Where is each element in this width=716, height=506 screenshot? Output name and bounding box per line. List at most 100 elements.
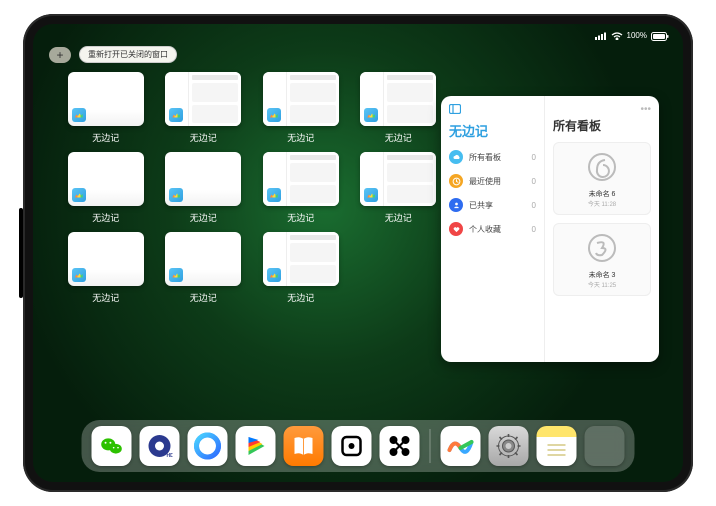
dock-separator [430,429,431,463]
freeform-app-icon [364,188,378,202]
window-thumbnail [263,152,339,206]
window-tile[interactable]: 无边记 [67,232,145,304]
window-thumbnail [68,152,144,206]
window-tile[interactable]: 无边记 [67,152,145,224]
window-grid: 无边记无边记无边记无边记无边记无边记无边记无边记无边记无边记无边记 [67,72,437,304]
sidebar-item[interactable]: 个人收藏0 [449,222,536,236]
status-indicators: 100% [595,31,669,40]
window-thumbnail [165,232,241,286]
reopen-closed-window-button[interactable]: 重新打开已关闭的窗口 [79,46,177,63]
window-thumbnail [360,72,436,126]
dock-app-qqbrowser[interactable] [188,426,228,466]
window-tile-label: 无边记 [190,291,217,304]
window-tile-label: 无边记 [92,131,119,144]
dock-app-video[interactable] [236,426,276,466]
cloud-icon [449,150,463,164]
board-name: 未命名 3 [589,270,616,280]
window-tile[interactable]: 无边记 [262,232,340,304]
window-thumbnail [165,72,241,126]
dock-app-browser[interactable]: HD [140,426,180,466]
ipad-frame: 100% + 重新打开已关闭的窗口 无边记无边记无边记无边记无边记无边记无边记无… [23,14,693,492]
window-tile[interactable]: 无边记 [165,232,243,304]
window-tile[interactable]: 无边记 [165,152,243,224]
board-card[interactable]: 未命名 6今天 11:28 [553,142,651,215]
sidebar-item-label: 个人收藏 [469,224,501,235]
freeform-app-icon [72,188,86,202]
window-tile[interactable]: 无边记 [67,72,145,144]
window-tile[interactable]: 无边记 [360,152,438,224]
window-tile-label: 无边记 [92,211,119,224]
reopen-label: 重新打开已关闭的窗口 [88,50,168,59]
window-tile[interactable]: 无边记 [262,152,340,224]
window-tile[interactable]: 无边记 [262,72,340,144]
board-name: 未命名 6 [589,189,616,199]
sidebar-toggle-icon[interactable] [449,104,536,117]
freeform-main: ••• 所有看板 未命名 6今天 11:28 未命名 3今天 11:25 [545,96,659,362]
window-thumbnail [165,152,241,206]
signal-icon [595,31,607,40]
dock-app-settings[interactable] [489,426,529,466]
freeform-app-icon [169,268,183,282]
wifi-icon [611,31,623,40]
board-subtitle: 今天 11:28 [588,199,616,208]
more-icon[interactable]: ••• [553,104,651,115]
battery-icon [651,31,669,40]
freeform-app-icon [169,108,183,122]
freeform-app-icon [72,108,86,122]
window-thumbnail [68,72,144,126]
window-thumbnail [360,152,436,206]
dock: HD [82,420,635,472]
dock-app-wechat[interactable] [92,426,132,466]
dock-app-freeform[interactable] [441,426,481,466]
sidebar-item-label: 所有看板 [469,152,501,163]
freeform-app-icon [169,188,183,202]
sidebar-item-label: 已共享 [469,200,493,211]
sidebar-title: 无边记 [449,121,536,140]
window-tile[interactable]: 无边记 [360,72,438,144]
svg-text:HD: HD [167,453,173,459]
main-title: 所有看板 [553,117,651,134]
share-icon [449,198,463,212]
window-tile[interactable]: 无边记 [165,72,243,144]
dock-app-books[interactable] [284,426,324,466]
screen: 100% + 重新打开已关闭的窗口 无边记无边记无边记无边记无边记无边记无边记无… [33,24,683,482]
heart-icon [449,222,463,236]
window-thumbnail [68,232,144,286]
dock-app-game[interactable] [332,426,372,466]
top-controls: + 重新打开已关闭的窗口 [49,46,177,63]
window-tile-label: 无边记 [92,291,119,304]
window-thumbnail [263,232,339,286]
window-tile-label: 无边记 [385,131,412,144]
freeform-app-icon [267,108,281,122]
freeform-window[interactable]: 无边记 所有看板0最近使用0已共享0个人收藏0 ••• 所有看板 未命名 6今天… [441,96,659,362]
sidebar-item-count: 0 [532,153,536,162]
sidebar-item-label: 最近使用 [469,176,501,187]
clock-icon [449,174,463,188]
board-subtitle: 今天 11:25 [588,280,616,289]
battery-text: 100% [627,31,647,40]
freeform-app-icon [72,268,86,282]
dock-app-library[interactable] [585,426,625,466]
freeform-app-icon [364,108,378,122]
freeform-sidebar: 无边记 所有看板 0 最近使用 0 已共享 0 个人收藏0 [441,96,545,362]
sidebar-item[interactable]: 已共享 0 [449,198,536,212]
window-tile-label: 无边记 [287,131,314,144]
window-tile-label: 无边记 [190,131,217,144]
sidebar-item-count: 0 [532,177,536,186]
hardware-button [19,208,23,298]
sidebar-item[interactable]: 所有看板 0 [449,150,536,164]
dock-app-notes[interactable] [537,426,577,466]
board-sketch [584,149,620,185]
window-thumbnail [263,72,339,126]
freeform-app-icon [267,268,281,282]
window-tile-label: 无边记 [385,211,412,224]
board-sketch [584,230,620,266]
new-window-button[interactable]: + [49,47,71,63]
sidebar-item-count: 0 [532,201,536,210]
freeform-app-icon [267,188,281,202]
sidebar-item[interactable]: 最近使用 0 [449,174,536,188]
dock-app-graph[interactable] [380,426,420,466]
window-tile-label: 无边记 [190,211,217,224]
board-card[interactable]: 未命名 3今天 11:25 [553,223,651,296]
window-tile-label: 无边记 [287,291,314,304]
